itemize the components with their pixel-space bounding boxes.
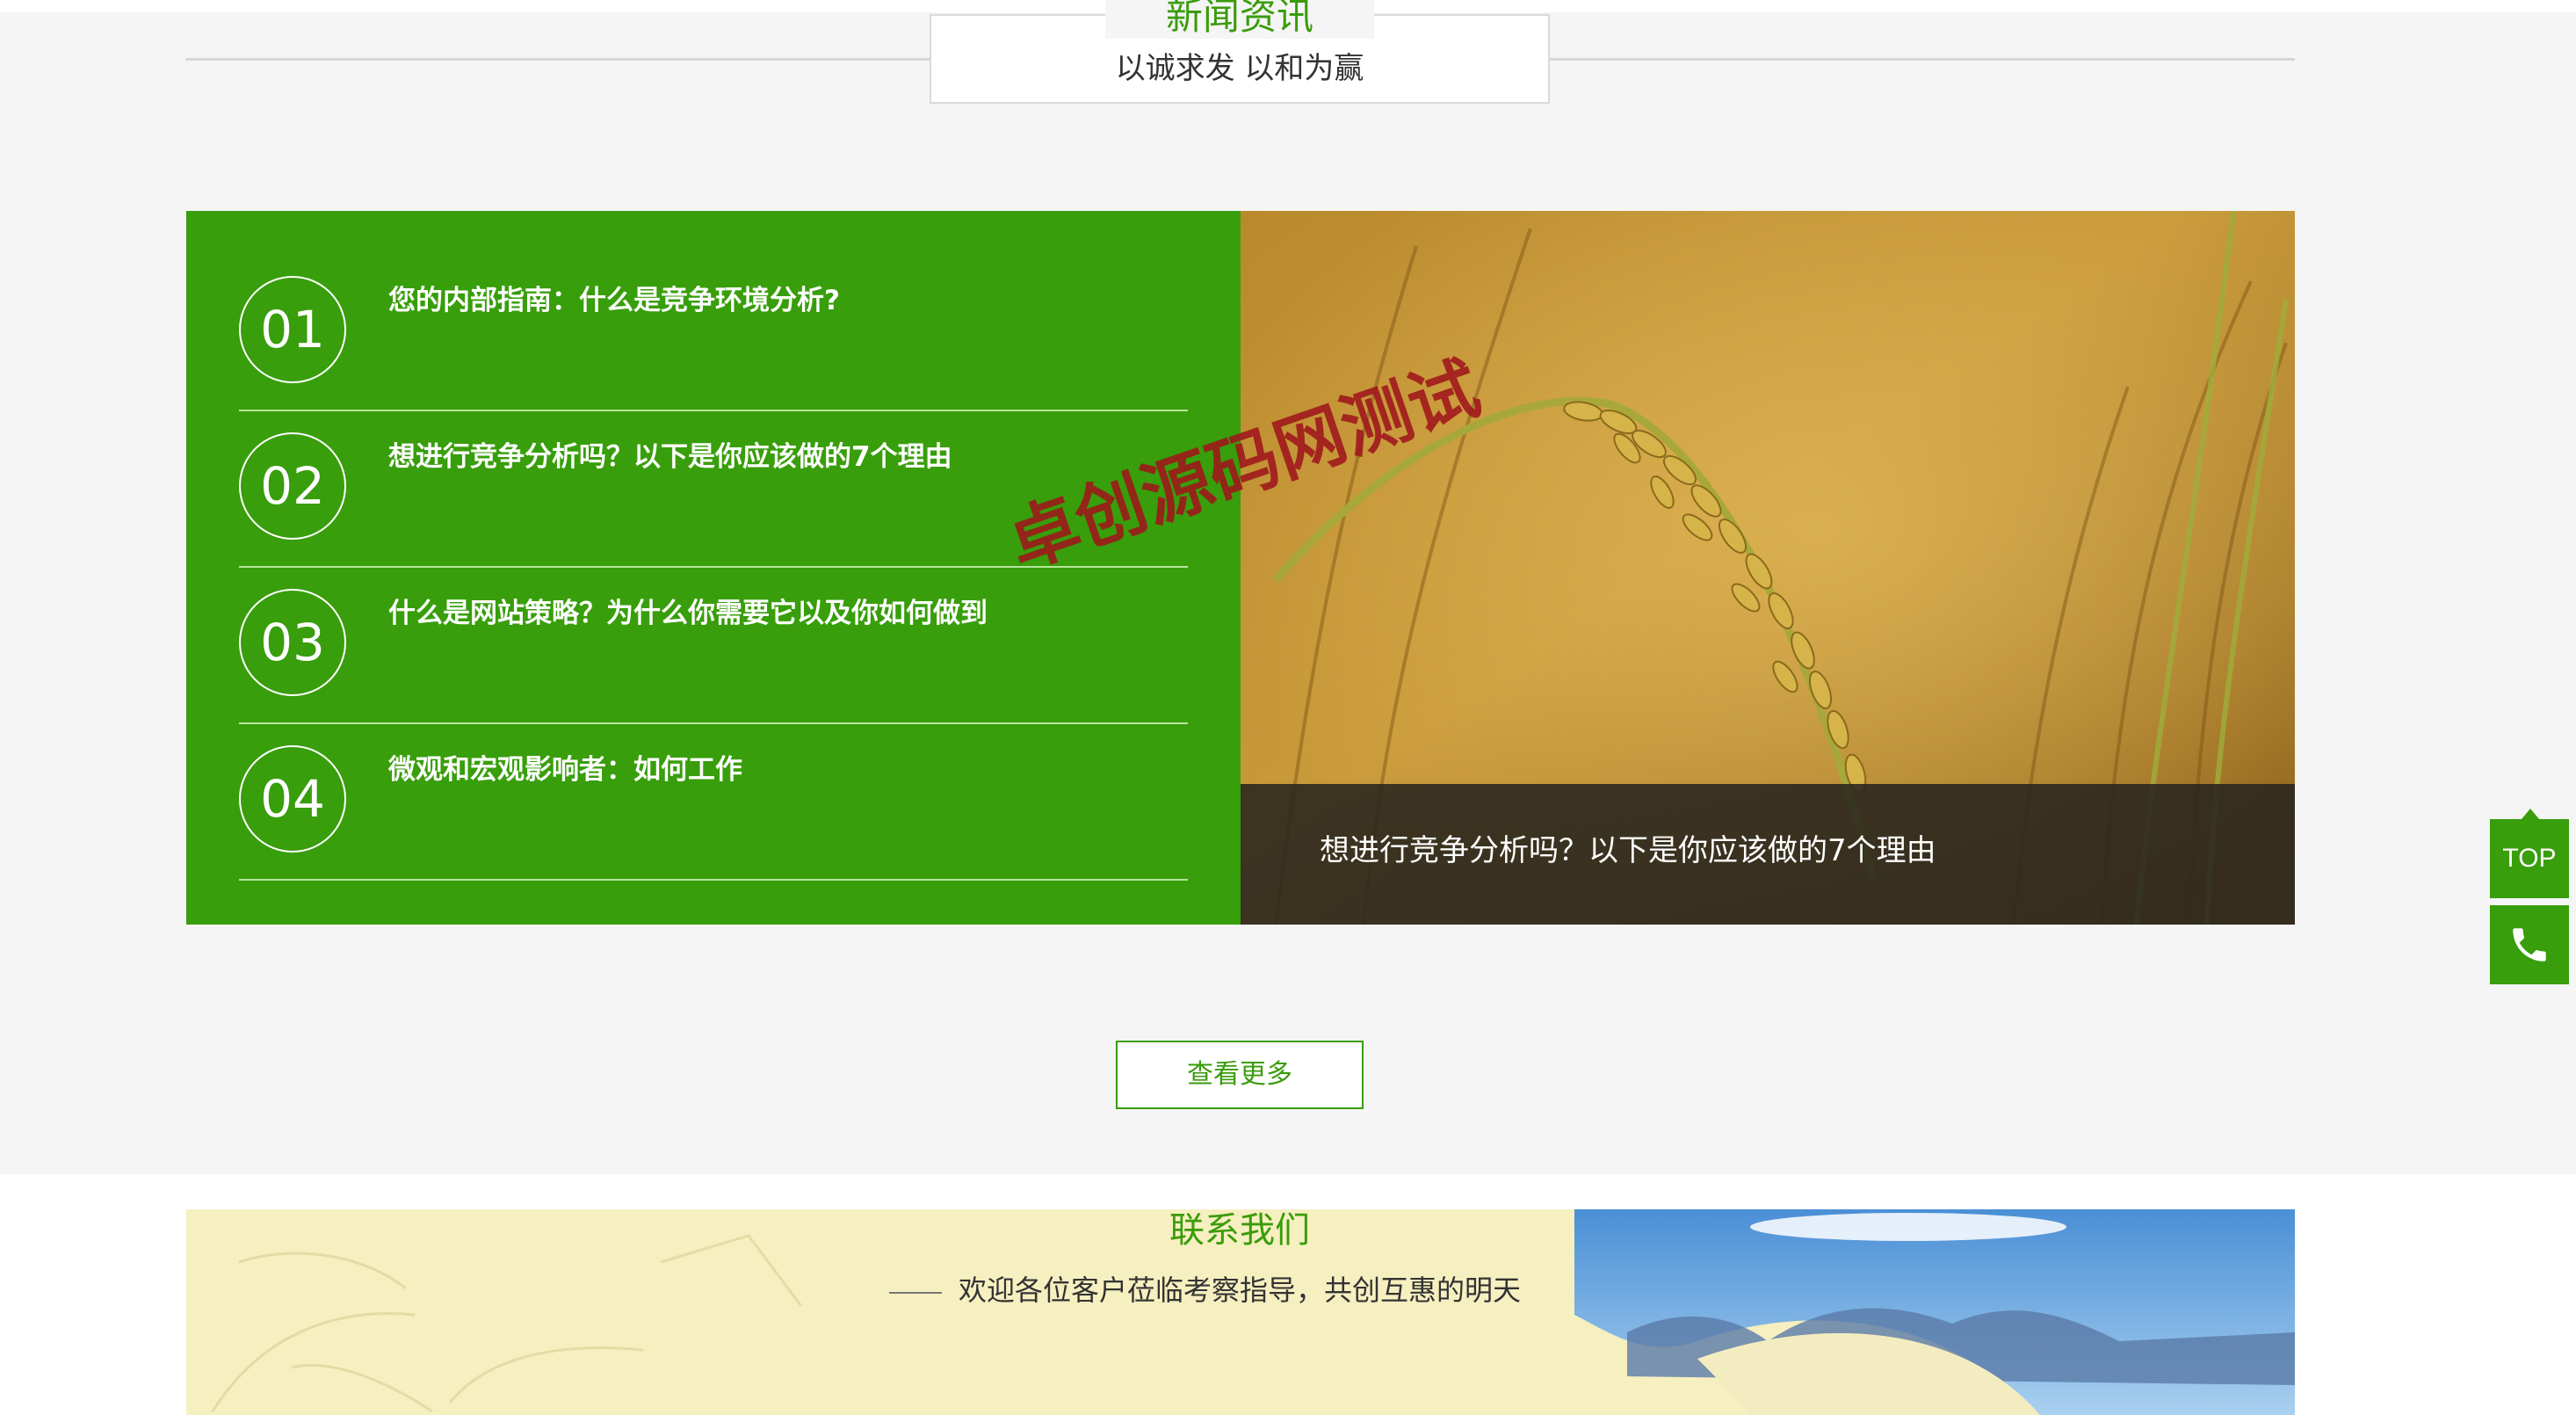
news-item[interactable]: 01 您的内部指南：什么是竞争环境分析? <box>239 257 1188 411</box>
news-item-title[interactable]: 什么是网站策略？为什么你需要它以及你如何做到 <box>388 594 988 633</box>
featured-caption[interactable]: 想进行竞争分析吗？以下是你应该做的7个理由 <box>1320 831 1936 870</box>
news-item[interactable]: 03 什么是网站策略？为什么你需要它以及你如何做到 <box>239 570 1188 724</box>
news-item-title[interactable]: 想进行竞争分析吗？以下是你应该做的7个理由 <box>388 438 952 476</box>
news-list-panel: 01 您的内部指南：什么是竞争环境分析? 02 想进行竞争分析吗？以下是你应该做… <box>186 211 1241 925</box>
featured-caption-bar[interactable]: 想进行竞争分析吗？以下是你应该做的7个理由 <box>1241 784 2295 925</box>
view-more-button[interactable]: 查看更多 <box>1116 1041 1364 1109</box>
phone-button[interactable] <box>2490 905 2569 984</box>
news-number-badge: 01 <box>239 276 346 383</box>
news-item[interactable]: 04 微观和宏观影响者：如何工作 <box>239 726 1188 881</box>
news-item[interactable]: 02 想进行竞争分析吗？以下是你应该做的7个理由 <box>239 413 1188 568</box>
top-button-arrow <box>2522 809 2539 819</box>
news-item-title[interactable]: 微观和宏观影响者：如何工作 <box>388 751 742 789</box>
news-item-title[interactable]: 您的内部指南：什么是竞争环境分析? <box>388 281 840 320</box>
news-number-badge: 04 <box>239 745 346 853</box>
contact-title: 联系我们 <box>1169 1210 1310 1251</box>
contact-subtitle: 欢迎各位客户莅临考察指导，共创互惠的明天 <box>958 1274 1521 1307</box>
back-to-top-button[interactable]: TOP <box>2490 819 2569 898</box>
section-title: 新闻资讯 <box>1105 0 1374 39</box>
featured-news-image[interactable]: 想进行竞争分析吗？以下是你应该做的7个理由 <box>1241 211 2295 925</box>
news-section: 新闻资讯 以诚求发 以和为赢 01 您的内部指南：什么是竞争环境分析? 02 想… <box>0 0 2576 1174</box>
news-number-badge: 03 <box>239 589 346 696</box>
phone-icon <box>2513 928 2546 961</box>
section-subtitle: 以诚求发 以和为赢 <box>1115 51 1364 86</box>
news-number-badge: 02 <box>239 432 346 540</box>
